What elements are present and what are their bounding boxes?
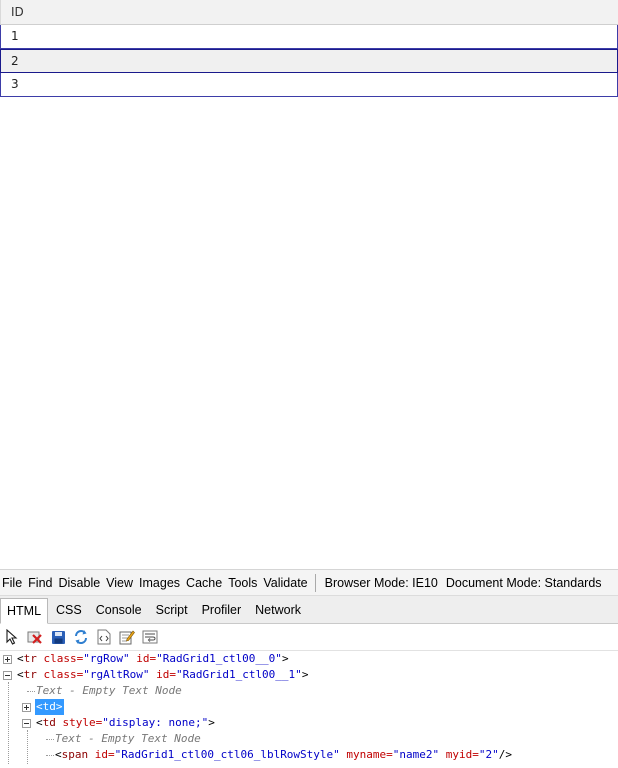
view-source-icon[interactable] bbox=[95, 628, 113, 646]
edit-icon[interactable] bbox=[118, 628, 136, 646]
refresh-icon[interactable] bbox=[72, 628, 90, 646]
tab-profiler[interactable]: Profiler bbox=[196, 599, 248, 623]
menu-view[interactable]: View bbox=[103, 576, 136, 590]
developer-tools-panel: File Find Disable View Images Cache Tool… bbox=[0, 569, 618, 768]
expand-icon[interactable] bbox=[3, 655, 12, 664]
menu-validate[interactable]: Validate bbox=[260, 576, 310, 590]
rad-grid: ID 1 2 3 bbox=[0, 0, 618, 97]
select-element-icon[interactable] bbox=[3, 628, 21, 646]
word-wrap-icon[interactable] bbox=[141, 628, 159, 646]
tab-css[interactable]: CSS bbox=[50, 599, 88, 623]
menu-find[interactable]: Find bbox=[25, 576, 55, 590]
document-mode-menu[interactable]: Document Mode: Standards bbox=[442, 576, 606, 590]
tree-node-text[interactable]: Text - Empty Text Node bbox=[0, 731, 618, 747]
grid-row[interactable]: 3 bbox=[0, 73, 618, 97]
devtools-tabbar: HTML CSS Console Script Profiler Network bbox=[0, 596, 618, 624]
save-icon[interactable] bbox=[49, 628, 67, 646]
html-toolbar bbox=[0, 624, 618, 651]
grid-cell-id: 3 bbox=[11, 77, 19, 91]
grid-column-header[interactable]: ID bbox=[0, 0, 618, 25]
tree-node-text[interactable]: Text - Empty Text Node bbox=[0, 683, 618, 699]
tree-node-td-hidden[interactable]: <td style="display: none;"> bbox=[0, 715, 618, 731]
tab-console[interactable]: Console bbox=[90, 599, 148, 623]
tab-html[interactable]: HTML bbox=[0, 598, 49, 624]
tab-script[interactable]: Script bbox=[150, 599, 194, 623]
devtools-menubar: File Find Disable View Images Cache Tool… bbox=[0, 569, 618, 596]
clear-highlight-icon[interactable] bbox=[26, 628, 44, 646]
tree-node-tr-row0[interactable]: <tr class="rgRow" id="RadGrid1_ctl00__0"… bbox=[0, 651, 618, 667]
dom-tree: <tr class="rgRow" id="RadGrid1_ctl00__0"… bbox=[0, 651, 618, 764]
tree-node-span[interactable]: <span id="RadGrid1_ctl00_ctl06_lblRowSty… bbox=[0, 747, 618, 763]
menu-file[interactable]: File bbox=[0, 576, 25, 590]
browser-mode-menu[interactable]: Browser Mode: IE10 bbox=[321, 576, 442, 590]
tab-network[interactable]: Network bbox=[249, 599, 307, 623]
grid-row-selected[interactable]: 2 bbox=[0, 49, 618, 73]
grid-cell-id: 1 bbox=[11, 29, 19, 43]
expand-icon[interactable] bbox=[22, 703, 31, 712]
grid-cell-id: 2 bbox=[11, 54, 19, 68]
tree-node-td-selected[interactable]: <td> bbox=[0, 699, 618, 715]
column-header-id: ID bbox=[11, 5, 24, 19]
menu-divider bbox=[314, 573, 316, 592]
menu-disable[interactable]: Disable bbox=[55, 576, 103, 590]
collapse-icon[interactable] bbox=[22, 719, 31, 728]
grid-row[interactable]: 1 bbox=[0, 25, 618, 49]
collapse-icon[interactable] bbox=[3, 671, 12, 680]
tree-node-tr-row1[interactable]: <tr class="rgAltRow" id="RadGrid1_ctl00_… bbox=[0, 667, 618, 683]
menu-tools[interactable]: Tools bbox=[225, 576, 260, 590]
menu-cache[interactable]: Cache bbox=[183, 576, 225, 590]
menu-images[interactable]: Images bbox=[136, 576, 183, 590]
